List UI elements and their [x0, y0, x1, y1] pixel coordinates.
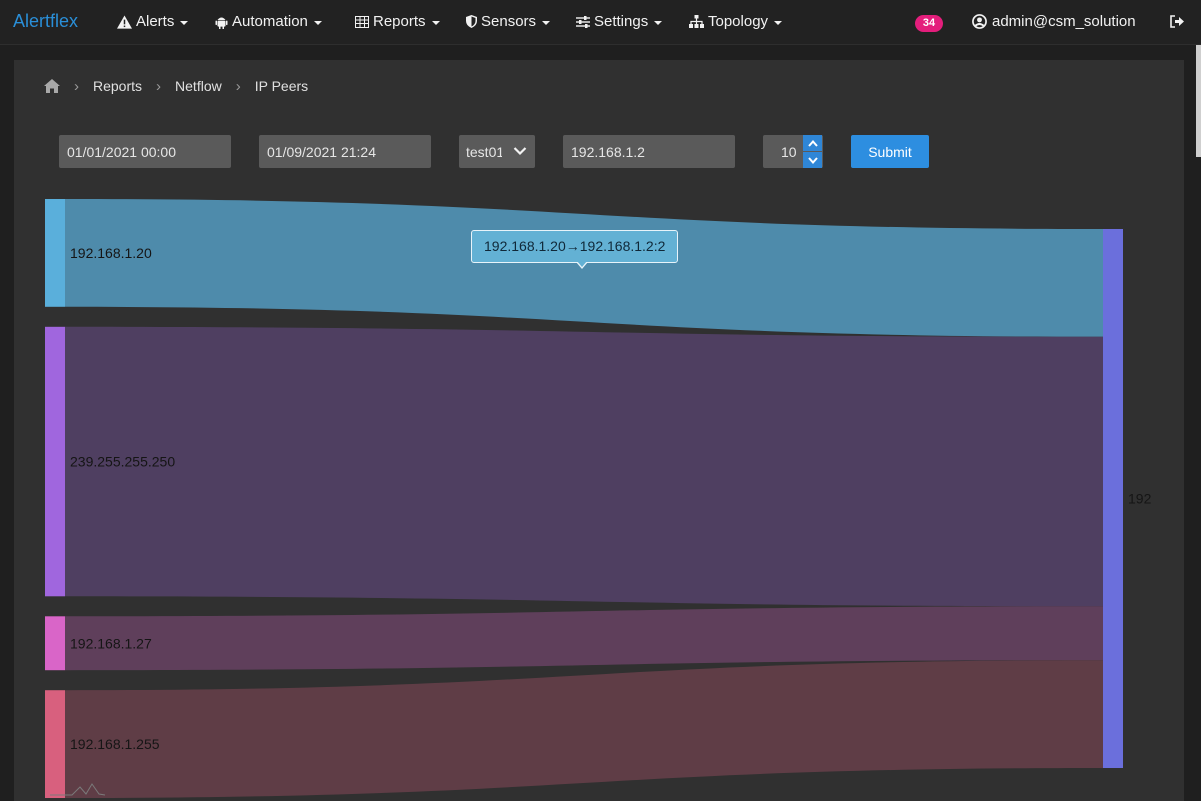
brand-logo[interactable]: Alertflex [13, 11, 78, 32]
sankey-source-node[interactable] [45, 616, 65, 671]
scrollbar[interactable] [1196, 45, 1201, 157]
chevron-right-icon: › [74, 77, 79, 95]
home-icon[interactable] [44, 79, 60, 93]
chevron-down-icon [807, 156, 818, 164]
user-menu[interactable]: admin@csm_solution [972, 13, 1136, 30]
navbar: Alertflex Alerts Automation Reports Sens… [0, 0, 1201, 45]
caret-down-icon [654, 20, 663, 25]
chevron-up-icon [807, 139, 818, 147]
sensor-select-value: test01 [466, 143, 502, 160]
chevron-right-icon: › [156, 77, 162, 95]
logout-button[interactable] [1170, 15, 1184, 33]
user-circle-icon [972, 14, 987, 29]
sign-out-icon [1170, 15, 1184, 28]
nav-topology-label: Topology [708, 13, 769, 30]
caret-down-icon [180, 20, 189, 25]
table-icon [355, 15, 369, 28]
caret-down-icon [313, 20, 322, 25]
warning-icon [117, 14, 132, 29]
shield-icon [466, 15, 477, 28]
breadcrumb: › Reports › Netflow › IP Peers [44, 77, 308, 95]
sankey-source-node[interactable] [45, 199, 65, 307]
sensor-select[interactable]: test01 [459, 135, 535, 168]
nav-reports[interactable]: Reports [355, 13, 440, 30]
nav-alerts[interactable]: Alerts [117, 13, 189, 30]
sankey-link[interactable] [65, 326, 1103, 607]
end-date-input[interactable] [259, 135, 431, 168]
nav-topology[interactable]: Topology [689, 13, 783, 30]
chevron-right-icon: › [235, 77, 241, 95]
sankey-source-node[interactable] [45, 326, 65, 597]
android-icon [215, 17, 228, 29]
chevron-down-icon [513, 147, 527, 156]
caret-down-icon [431, 20, 440, 25]
nav-automation-label: Automation [232, 13, 308, 30]
sitemap-icon [689, 15, 704, 28]
ip-address-input[interactable] [563, 135, 735, 168]
notification-badge[interactable]: 34 [915, 15, 943, 32]
stepper-down-button[interactable] [803, 152, 822, 168]
nav-sensors[interactable]: Sensors [466, 13, 551, 30]
sankey-target-node[interactable] [1103, 229, 1123, 768]
nav-settings-label: Settings [594, 13, 649, 30]
stepper-up-button[interactable] [803, 135, 822, 151]
caret-down-icon [542, 20, 551, 25]
submit-button[interactable]: Submit [851, 135, 929, 168]
sankey-source-node[interactable] [45, 690, 65, 798]
breadcrumb-reports[interactable]: Reports [93, 78, 142, 94]
caret-down-icon [774, 20, 783, 25]
limit-value: 10 [781, 144, 797, 160]
breadcrumb-netflow[interactable]: Netflow [175, 78, 222, 94]
start-date-input[interactable] [59, 135, 231, 168]
user-name: admin@csm_solution [992, 13, 1136, 30]
nav-automation[interactable]: Automation [215, 13, 322, 30]
limit-stepper[interactable]: 10 [763, 135, 823, 168]
nav-alerts-label: Alerts [136, 13, 175, 30]
nav-sensors-label: Sensors [481, 13, 537, 30]
breadcrumb-ip-peers: IP Peers [254, 78, 309, 94]
link-tooltip: 192.168.1.20→192.168.1.2:2 [471, 230, 679, 269]
sliders-icon [576, 15, 590, 28]
nav-settings[interactable]: Settings [576, 13, 663, 30]
nav-reports-label: Reports [373, 13, 426, 30]
